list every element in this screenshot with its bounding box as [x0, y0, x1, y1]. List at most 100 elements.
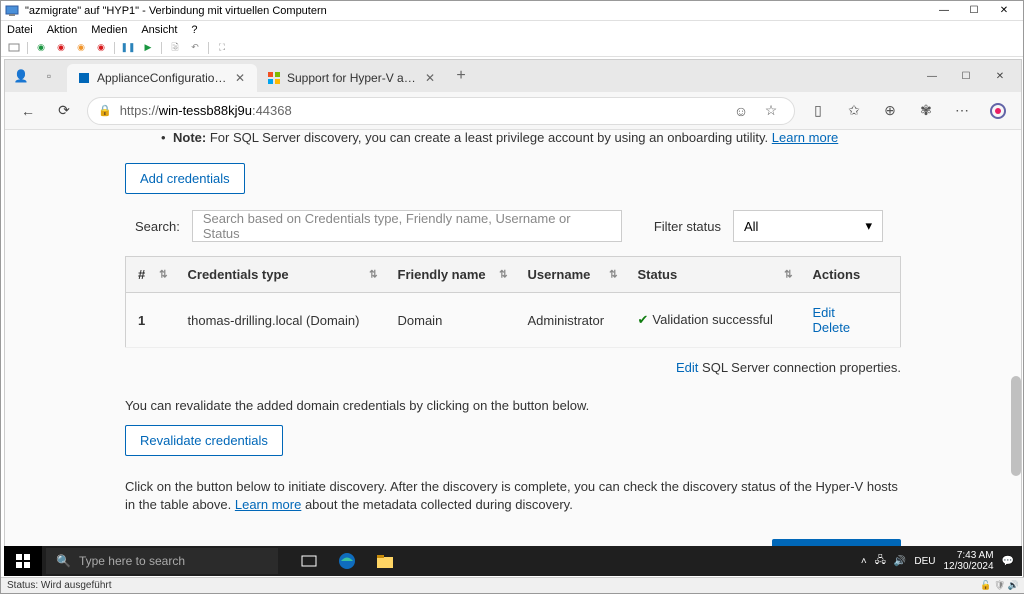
- vm-status-icons: 🔓 🛡 🔊: [980, 580, 1019, 591]
- save-icon[interactable]: ◉: [94, 41, 108, 55]
- tab-close-icon[interactable]: ✕: [423, 71, 437, 85]
- reset-icon[interactable]: ▶: [141, 41, 155, 55]
- learn-more-discovery-link[interactable]: Learn more: [235, 497, 301, 512]
- turnoff-icon[interactable]: ◉: [54, 41, 68, 55]
- revalidate-button[interactable]: Revalidate credentials: [125, 425, 283, 456]
- vm-maximize-button[interactable]: ☐: [959, 2, 989, 20]
- refresh-button[interactable]: ⟳: [51, 98, 77, 124]
- pause-icon[interactable]: ❚❚: [121, 41, 135, 55]
- revert-icon[interactable]: ↶: [188, 41, 202, 55]
- revalidate-text: You can revalidate the added domain cred…: [125, 397, 901, 415]
- start-icon[interactable]: ◉: [34, 41, 48, 55]
- separator: [161, 42, 162, 54]
- cell-actions: Edit Delete: [801, 293, 901, 348]
- edge-close-button[interactable]: ✕: [983, 62, 1017, 90]
- sort-icon: ⇅: [784, 269, 792, 280]
- add-credentials-button[interactable]: Add credentials: [125, 163, 245, 194]
- vm-menu-media[interactable]: Medien: [91, 24, 127, 36]
- scrollbar-thumb[interactable]: [1011, 376, 1021, 476]
- col-type-header[interactable]: Credentials type⇅: [176, 257, 386, 293]
- checkpoint-icon[interactable]: 🗟: [168, 41, 182, 55]
- enhanced-icon[interactable]: ⛶: [215, 41, 229, 55]
- cell-status: ✔Validation successful: [626, 293, 801, 348]
- tab-favicon-icon: [77, 71, 91, 85]
- filter-status-select[interactable]: All ▾: [733, 210, 883, 242]
- col-num-header[interactable]: #⇅: [126, 257, 176, 293]
- profile-icon[interactable]: 👤: [9, 64, 33, 88]
- filter-status-label: Filter status: [654, 219, 721, 234]
- vm-minimize-button[interactable]: —: [929, 2, 959, 20]
- vm-menu-help[interactable]: ?: [191, 24, 197, 36]
- search-label: Search:: [135, 219, 180, 234]
- back-button[interactable]: ←: [15, 98, 41, 124]
- separator: [27, 42, 28, 54]
- address-bar[interactable]: 🔒 https://win-tessb88kj9u:44368 ☺ ☆: [87, 97, 795, 125]
- cell-type: thomas-drilling.local (Domain): [176, 293, 386, 348]
- task-view-icon[interactable]: [290, 546, 328, 576]
- tray-chevron-icon[interactable]: ˄: [861, 556, 867, 567]
- cell-user: Administrator: [516, 293, 626, 348]
- sort-icon: ⇅: [159, 269, 167, 280]
- check-icon: ✔: [638, 312, 649, 327]
- tab-close-icon[interactable]: ✕: [233, 71, 247, 85]
- extensions-icon[interactable]: ✾: [913, 98, 939, 124]
- more-icon[interactable]: ⋯: [949, 98, 975, 124]
- separator: [114, 42, 115, 54]
- url-port: :44368: [252, 103, 292, 118]
- chevron-down-icon: ▾: [865, 218, 872, 234]
- split-icon[interactable]: ▯: [805, 98, 831, 124]
- network-icon[interactable]: 🖧: [875, 553, 886, 570]
- collections-icon[interactable]: ⊕: [877, 98, 903, 124]
- edit-link[interactable]: Edit: [813, 305, 835, 320]
- edit-sql-props: Edit SQL Server connection properties.: [125, 360, 901, 375]
- sort-icon: ⇅: [369, 269, 377, 280]
- new-tab-button[interactable]: +: [447, 62, 475, 90]
- notifications-icon[interactable]: 💬: [1002, 556, 1014, 567]
- col-actions-header: Actions: [801, 257, 901, 293]
- explorer-taskbar-icon[interactable]: [366, 546, 404, 576]
- favorites-icon[interactable]: ✩: [841, 98, 867, 124]
- edge-minimize-button[interactable]: —: [915, 62, 949, 90]
- copilot-icon[interactable]: [985, 98, 1011, 124]
- search-input[interactable]: Search based on Credentials type, Friend…: [192, 210, 622, 242]
- cell-friendly: Domain: [386, 293, 516, 348]
- vm-close-button[interactable]: ✕: [989, 2, 1019, 20]
- workspaces-icon[interactable]: ▫: [37, 64, 61, 88]
- star-icon[interactable]: ☆: [758, 98, 784, 124]
- edge-taskbar-icon[interactable]: [328, 546, 366, 576]
- clock[interactable]: 7:43 AM 12/30/2024: [943, 550, 993, 572]
- windows-icon: [16, 554, 30, 568]
- volume-icon[interactable]: 🔊: [894, 556, 906, 567]
- tab-title-1[interactable]: ApplianceConfigurationManager: [97, 71, 227, 85]
- language-indicator[interactable]: DEU: [914, 556, 935, 567]
- edge-maximize-button[interactable]: ☐: [949, 62, 983, 90]
- col-status-header[interactable]: Status⇅: [626, 257, 801, 293]
- url-scheme: https://: [120, 103, 159, 118]
- tab-title-2[interactable]: Support for Hyper-V assessment: [287, 71, 417, 85]
- credentials-table: #⇅ Credentials type⇅ Friendly name⇅ User…: [125, 256, 901, 348]
- vm-menu-view[interactable]: Ansicht: [141, 24, 177, 36]
- col-friendly-header[interactable]: Friendly name⇅: [386, 257, 516, 293]
- col-user-header[interactable]: Username⇅: [516, 257, 626, 293]
- tab-favicon-icon: [267, 71, 281, 85]
- sort-icon: ⇅: [499, 269, 507, 280]
- table-row: 1 thomas-drilling.local (Domain) Domain …: [126, 293, 901, 348]
- delete-link[interactable]: Delete: [813, 320, 851, 335]
- cell-num: 1: [126, 293, 176, 348]
- learn-more-link[interactable]: Learn more: [772, 130, 838, 145]
- vm-window-title: "azmigrate" auf "HYP1" - Verbindung mit …: [25, 5, 929, 17]
- vm-menu-action[interactable]: Aktion: [47, 24, 78, 36]
- lock-icon: 🔒: [98, 104, 112, 117]
- vm-menu-file[interactable]: Datei: [7, 24, 33, 36]
- edit-sql-link[interactable]: Edit: [676, 360, 698, 375]
- note-text: Note: For SQL Server discovery, you can …: [173, 130, 901, 145]
- taskbar-search[interactable]: 🔍 Type here to search: [46, 548, 278, 574]
- vm-status-text: Status: Wird ausgeführt: [7, 580, 112, 591]
- shutdown-icon[interactable]: ◉: [74, 41, 88, 55]
- vm-app-icon: [5, 4, 19, 18]
- ctrl-alt-del-icon[interactable]: [7, 41, 21, 55]
- sort-icon: ⇅: [609, 269, 617, 280]
- reader-icon[interactable]: ☺: [728, 98, 754, 124]
- start-button[interactable]: [4, 546, 42, 576]
- discovery-text: Click on the button below to initiate di…: [125, 478, 901, 514]
